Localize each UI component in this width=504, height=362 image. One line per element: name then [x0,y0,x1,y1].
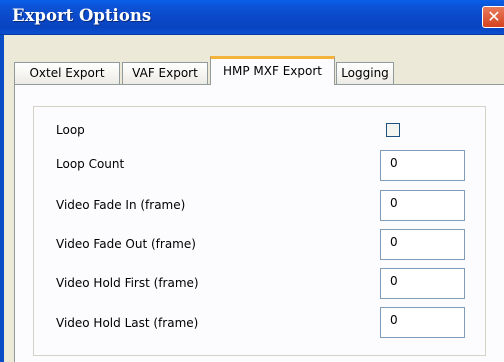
fade-out-label: Video Fade Out (frame) [56,237,196,251]
hold-last-label: Video Hold Last (frame) [56,316,199,330]
window-frame-left [0,35,4,362]
tab-logging[interactable]: Logging [336,62,394,84]
tab-oxtel-export[interactable]: Oxtel Export [14,62,120,84]
fade-in-label: Video Fade In (frame) [56,198,186,212]
tab-vaf-export[interactable]: VAF Export [122,62,208,84]
title-bar[interactable]: Export Options ✕ [0,0,504,35]
window-title: Export Options [12,6,152,25]
hold-first-input[interactable]: 0 [380,268,465,299]
loop-label: Loop [56,123,85,137]
close-button[interactable]: ✕ [482,6,504,28]
loop-count-input[interactable]: 0 [380,150,465,181]
export-options-dialog: Export Options ✕ Oxtel Export VAF Export… [0,0,504,362]
loop-checkbox[interactable] [386,123,400,137]
tab-hmp-mxf-export[interactable]: HMP MXF Export [210,56,335,85]
hold-first-label: Video Hold First (frame) [56,276,199,290]
fade-in-input[interactable]: 0 [380,190,465,221]
loop-count-label: Loop Count [56,157,125,171]
close-icon: ✕ [487,7,501,26]
hold-last-input[interactable]: 0 [380,307,465,338]
fade-out-input[interactable]: 0 [380,229,465,260]
